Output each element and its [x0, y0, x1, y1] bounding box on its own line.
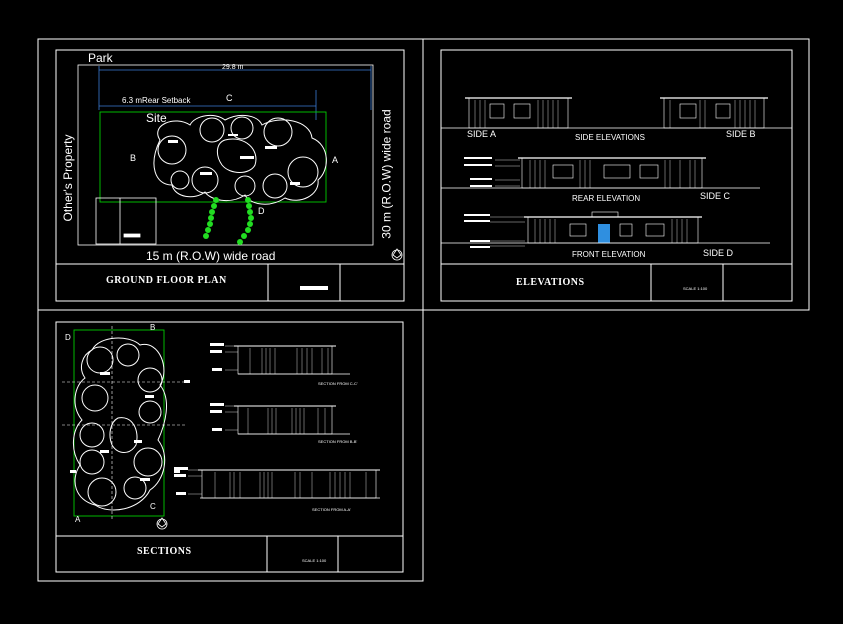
section-aa-label: SECTION FROM A-A': [312, 507, 351, 512]
elevations-scale: SCALE 1:100: [683, 286, 708, 291]
cad-drawing-canvas: Park 29.8 m 6.3 mRear Setback Site C B A…: [0, 0, 843, 619]
width-dimension-label: 29.8 m: [222, 64, 244, 71]
road-right-label: 30 m (R.O.W) wide road: [379, 109, 394, 239]
ground-floor-plan-title: GROUND FLOOR PLAN: [106, 275, 227, 286]
drawing-svg: [0, 0, 843, 619]
sections-scale: SCALE 1:100: [302, 558, 327, 563]
side-elevations-label: SIDE ELEVATIONS: [575, 133, 645, 142]
sections-corner-a: A: [75, 515, 81, 524]
elev-side-b-label: SIDE B: [726, 129, 756, 139]
side-c-label: C: [226, 93, 233, 103]
section-bb-label: SECTION FROM B-B': [318, 439, 358, 444]
front-door: [598, 224, 610, 243]
park-label: Park: [88, 51, 113, 65]
side-b-label: B: [130, 153, 137, 163]
front-elevation-label: FRONT ELEVATION: [572, 250, 646, 259]
side-d-label: D: [258, 206, 265, 216]
section-cc-label: SECTION FROM C-C': [318, 381, 358, 386]
rear-elevation-label: REAR ELEVATION: [572, 194, 641, 203]
others-property-label: Other's Property: [61, 134, 75, 222]
side-a-label: A: [332, 155, 339, 165]
elev-side-a-label: SIDE A: [467, 129, 497, 139]
sections-title: SECTIONS: [137, 546, 192, 557]
elevations-title: ELEVATIONS: [516, 277, 585, 288]
elev-side-c-label: SIDE C: [700, 191, 731, 201]
road-bottom-label: 15 m (R.O.W) wide road: [146, 249, 276, 263]
site-label: Site: [146, 111, 167, 125]
rear-setback-label: 6.3 mRear Setback: [122, 96, 191, 105]
elev-side-d-label: SIDE D: [703, 248, 734, 258]
sections-corner-b: B: [150, 323, 156, 332]
sections-corner-d: D: [65, 333, 71, 342]
sections-corner-c: C: [150, 502, 156, 511]
